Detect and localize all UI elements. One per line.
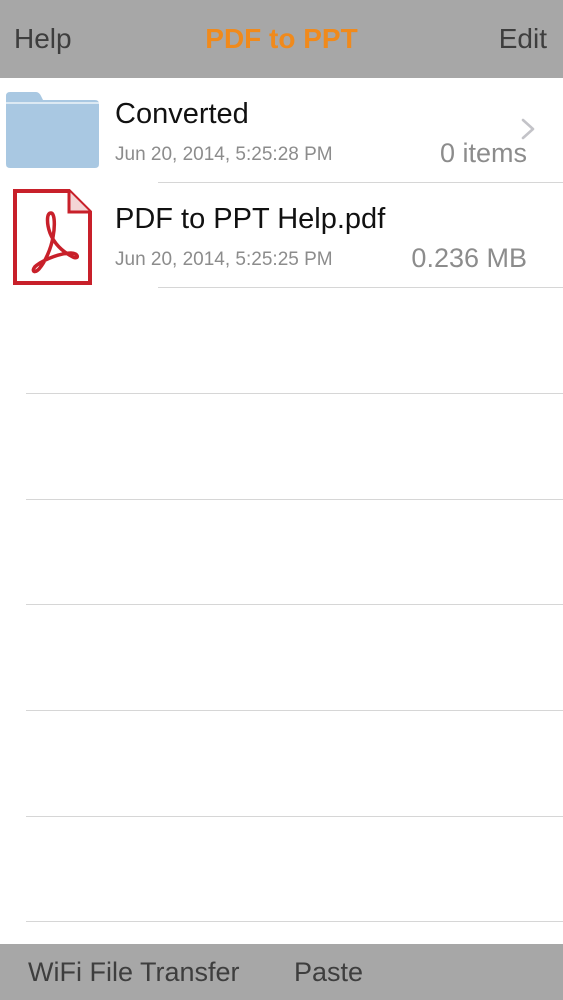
file-list-item-converted[interactable]: Converted Jun 20, 2014, 5:25:28 PM 0 ite… <box>0 78 563 183</box>
empty-row-divider <box>26 604 563 605</box>
empty-row-divider <box>26 710 563 711</box>
empty-row-divider <box>26 499 563 500</box>
empty-row-divider <box>26 816 563 817</box>
file-date: Jun 20, 2014, 5:25:25 PM <box>115 249 333 270</box>
chevron-right-icon <box>521 118 535 140</box>
wifi-file-transfer-button[interactable]: WiFi File Transfer <box>28 944 240 1000</box>
bottom-toolbar: WiFi File Transfer Paste <box>0 944 563 1000</box>
file-name: Converted <box>115 98 249 130</box>
paste-button[interactable]: Paste <box>294 944 363 1000</box>
folder-icon <box>6 92 99 168</box>
file-date: Jun 20, 2014, 5:25:28 PM <box>115 144 333 165</box>
pdf-file-icon <box>13 189 92 285</box>
item-count: 0 items <box>439 138 527 168</box>
row-divider <box>158 287 563 288</box>
edit-button[interactable]: Edit <box>499 0 547 78</box>
file-list-item-pdf[interactable]: PDF to PPT Help.pdf Jun 20, 2014, 5:25:2… <box>0 183 563 288</box>
empty-row-divider <box>26 921 563 922</box>
file-name: PDF to PPT Help.pdf <box>115 203 386 235</box>
app-screen: Help PDF to PPT Edit Converted Jun 20, 2… <box>0 0 563 1000</box>
navigation-bar: Help PDF to PPT Edit <box>0 0 563 78</box>
file-size: 0.236 MB <box>411 243 527 273</box>
empty-row-divider <box>26 393 563 394</box>
page-title: PDF to PPT <box>205 23 358 54</box>
